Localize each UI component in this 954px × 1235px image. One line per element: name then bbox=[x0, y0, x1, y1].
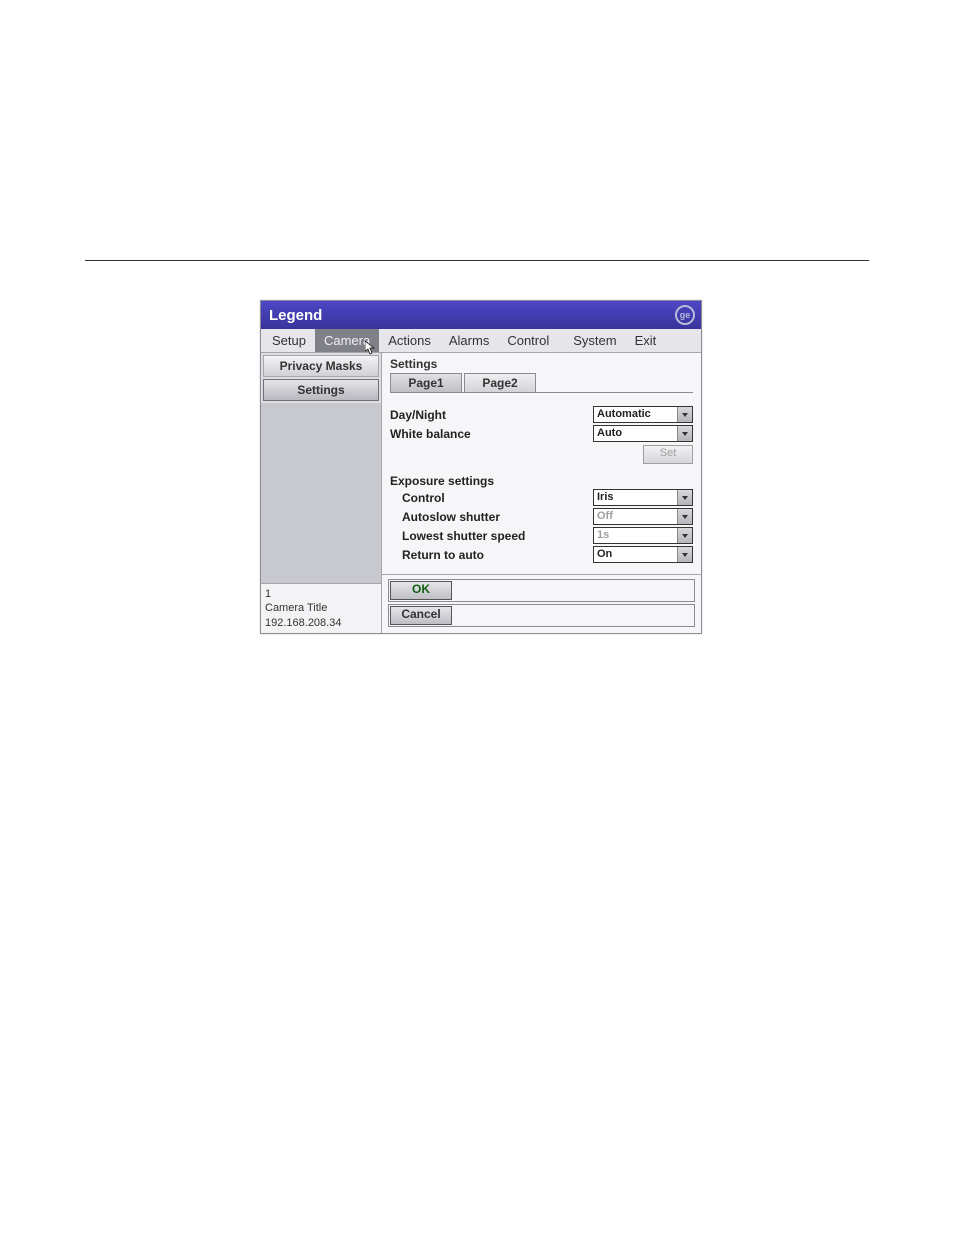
tab-page1[interactable]: Page1 bbox=[390, 373, 462, 392]
camera-ip: 192.168.208.34 bbox=[265, 616, 377, 630]
menu-camera[interactable]: Camera bbox=[315, 329, 379, 352]
select-value: Off bbox=[597, 510, 613, 522]
select-day-night[interactable]: Automatic bbox=[593, 406, 693, 423]
menu-actions[interactable]: Actions bbox=[379, 329, 440, 352]
select-value: 1s bbox=[597, 529, 609, 541]
select-value: Automatic bbox=[597, 408, 651, 420]
row-day-night: Day/Night Automatic bbox=[390, 405, 693, 424]
brand-logo-icon: ge bbox=[675, 305, 695, 325]
chevron-down-icon bbox=[677, 547, 692, 562]
settings-heading: Settings bbox=[390, 357, 693, 371]
chevron-down-icon bbox=[677, 490, 692, 505]
label-autoslow: Autoslow shutter bbox=[390, 510, 583, 524]
app-window: Legend ge Setup Camera Actions Alarms Co… bbox=[260, 300, 702, 634]
row-autoslow: Autoslow shutter Off bbox=[390, 507, 693, 526]
label-white-balance: White balance bbox=[390, 427, 583, 441]
app-title: Legend bbox=[269, 307, 322, 324]
row-control: Control Iris bbox=[390, 488, 693, 507]
exposure-heading: Exposure settings bbox=[390, 474, 693, 488]
label-return-auto: Return to auto bbox=[390, 548, 583, 562]
content-area: Settings Page1 Page2 Day/Night Automatic bbox=[382, 353, 701, 575]
row-white-balance: White balance Auto bbox=[390, 424, 693, 443]
label-control: Control bbox=[390, 491, 583, 505]
set-button-row: Set bbox=[390, 445, 693, 464]
sidebar-item-privacy-masks[interactable]: Privacy Masks bbox=[263, 355, 379, 377]
select-lowest[interactable]: 1s bbox=[593, 527, 693, 544]
menu-control[interactable]: Control bbox=[498, 329, 558, 352]
footer: OK Cancel bbox=[382, 575, 701, 633]
title-bar: Legend ge bbox=[261, 301, 701, 329]
select-autoslow[interactable]: Off bbox=[593, 508, 693, 525]
select-white-balance[interactable]: Auto bbox=[593, 425, 693, 442]
menu-bar: Setup Camera Actions Alarms Control Syst… bbox=[261, 329, 701, 353]
chevron-down-icon bbox=[677, 407, 692, 422]
camera-number: 1 bbox=[265, 587, 377, 601]
menu-setup[interactable]: Setup bbox=[263, 329, 315, 352]
row-return-auto: Return to auto On bbox=[390, 545, 693, 564]
set-button[interactable]: Set bbox=[643, 445, 693, 464]
chevron-down-icon bbox=[677, 509, 692, 524]
select-value: Auto bbox=[597, 427, 622, 439]
sidebar-item-settings[interactable]: Settings bbox=[263, 379, 379, 401]
menu-system[interactable]: System bbox=[564, 329, 625, 352]
select-value: On bbox=[597, 548, 612, 560]
app-body: Privacy Masks Settings 1 Camera Title 19… bbox=[261, 353, 701, 633]
sidebar-blank-area bbox=[261, 403, 381, 583]
chevron-down-icon bbox=[677, 426, 692, 441]
settings-block: Day/Night Automatic White balance bbox=[390, 405, 693, 564]
row-lowest: Lowest shutter speed 1s bbox=[390, 526, 693, 545]
horizontal-rule bbox=[85, 260, 869, 261]
chevron-down-icon bbox=[677, 528, 692, 543]
page-tabs: Page1 Page2 bbox=[390, 373, 693, 393]
page-root: Legend ge Setup Camera Actions Alarms Co… bbox=[0, 0, 954, 1235]
tab-page2[interactable]: Page2 bbox=[464, 373, 536, 392]
menu-exit[interactable]: Exit bbox=[626, 329, 666, 352]
main-panel: Settings Page1 Page2 Day/Night Automatic bbox=[382, 353, 701, 633]
sidebar-item-label: Settings bbox=[297, 383, 344, 397]
select-value: Iris bbox=[597, 491, 614, 503]
label-lowest: Lowest shutter speed bbox=[390, 529, 583, 543]
sidebar: Privacy Masks Settings 1 Camera Title 19… bbox=[261, 353, 382, 633]
sidebar-info: 1 Camera Title 192.168.208.34 bbox=[261, 583, 381, 633]
camera-title: Camera Title bbox=[265, 601, 377, 615]
label-day-night: Day/Night bbox=[390, 408, 583, 422]
cancel-button[interactable]: Cancel bbox=[390, 606, 452, 625]
select-return-auto[interactable]: On bbox=[593, 546, 693, 563]
ok-button[interactable]: OK bbox=[390, 581, 452, 600]
select-control[interactable]: Iris bbox=[593, 489, 693, 506]
menu-alarms[interactable]: Alarms bbox=[440, 329, 498, 352]
